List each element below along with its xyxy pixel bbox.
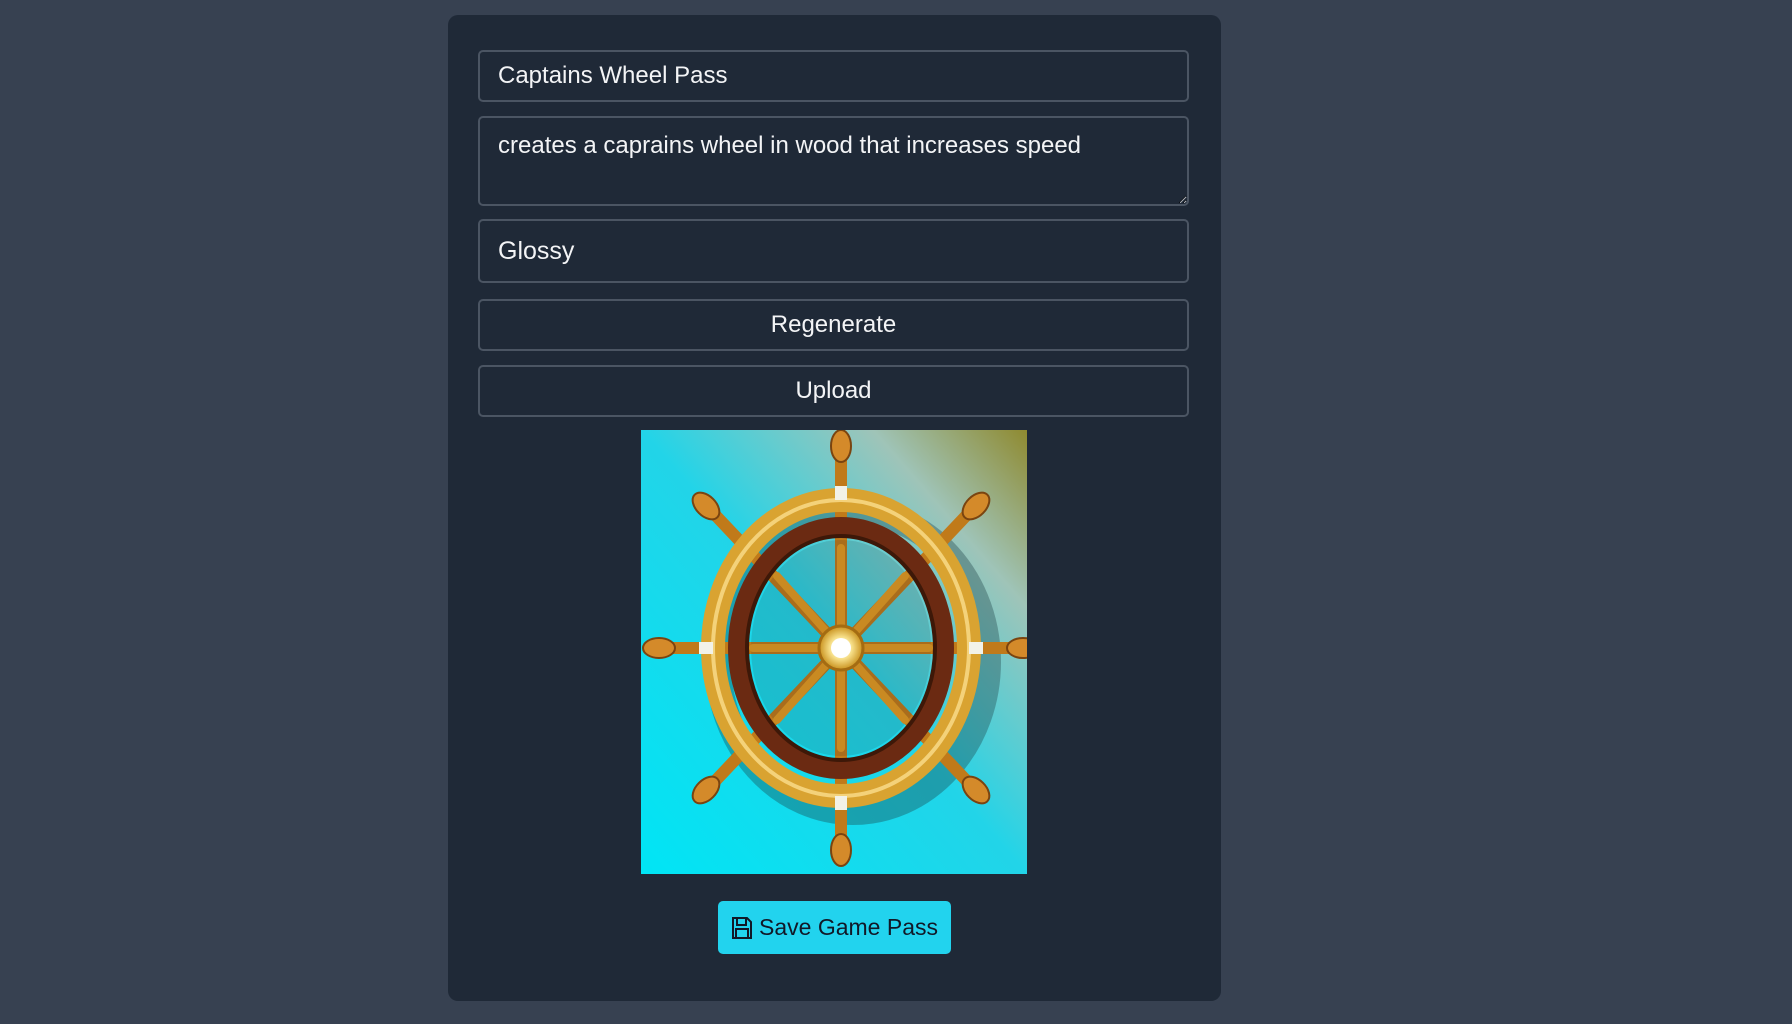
save-game-pass-button[interactable]: Save Game Pass	[718, 901, 951, 954]
floppy-disk-icon	[731, 916, 753, 940]
pass-description-textarea[interactable]: creates a caprains wheel in wood that in…	[478, 116, 1189, 206]
generated-image-preview	[641, 430, 1027, 874]
style-input[interactable]	[478, 219, 1189, 283]
pass-name-input[interactable]	[478, 50, 1189, 102]
upload-button[interactable]: Upload	[478, 365, 1189, 417]
ships-wheel-image	[641, 430, 1027, 874]
regenerate-button[interactable]: Regenerate	[478, 299, 1189, 351]
game-pass-form-card: creates a caprains wheel in wood that in…	[448, 15, 1221, 1001]
save-button-label: Save Game Pass	[759, 914, 938, 940]
